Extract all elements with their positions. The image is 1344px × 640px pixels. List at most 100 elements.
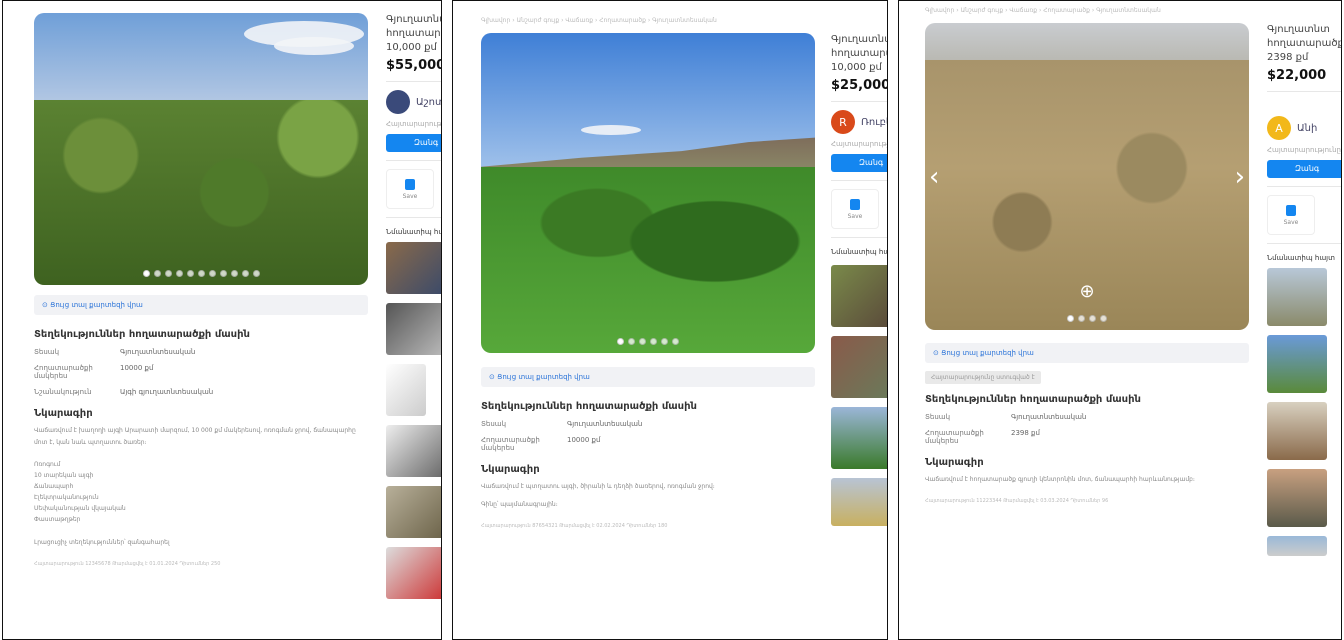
photo-pagination[interactable] [481,338,815,345]
breadcrumb[interactable]: Գլխավոր › Անշարժ գույք › Վաճառք › Հողատա… [481,17,717,24]
similar-thumb[interactable] [831,478,887,526]
pagination-dot[interactable] [164,270,172,277]
feature-list: Ոռոգում 10 տարեկան այգի Ճանապարհ Էլեկտրա… [34,459,368,525]
similar-thumb[interactable] [386,547,441,599]
similar-thumb[interactable] [831,265,887,327]
extra-text: Լրացուցիչ տեղեկություններ՝ զանգահարել [34,539,170,546]
similar-thumb[interactable] [386,303,441,355]
similar-thumb[interactable] [386,364,426,416]
pagination-dot[interactable] [650,338,657,345]
pagination-dot[interactable] [153,270,161,277]
avatar[interactable]: R [831,110,855,134]
pagination-dot[interactable] [617,338,624,345]
pagination-dot[interactable] [252,270,260,277]
listing-photo[interactable] [481,33,815,353]
pagination-dot[interactable] [208,270,216,277]
pagination-dot[interactable] [142,270,150,277]
info-row: Տեսակ Գյուղատնտեսական [34,348,196,356]
save-button[interactable]: Save [831,189,879,229]
listing-photo[interactable] [34,13,368,285]
similar-thumb[interactable] [1267,402,1327,460]
description-text: Վաճառվում է պտղատու այգի, ծիրանի և դեղձի… [481,483,715,490]
listing-details: ⊙ Ցույց տալ քարտեզի վրա Տեղեկություններ … [481,367,815,529]
show-on-map-link[interactable]: ⊙ Ցույց տալ քարտեզի վրա [481,367,815,387]
list-item: Ճանապարհ [34,483,74,490]
similar-thumb[interactable] [831,336,887,398]
similar-thumb[interactable] [386,242,441,294]
info-row: Տեսակ Գյուղատնտեսական [481,420,643,428]
avatar[interactable] [386,90,410,114]
save-button[interactable]: Save [1267,195,1315,235]
similar-thumb[interactable] [386,425,441,477]
call-button[interactable]: Զանգ [1267,160,1341,178]
bookmark-icon [405,178,415,190]
breadcrumb[interactable]: Գլխավոր › Անշարժ գույք › Վաճառք › Հողատա… [925,7,1161,14]
pagination-dot[interactable] [628,338,635,345]
listing-panel-3: Գլխավոր › Անշարժ գույք › Վաճառք › Հողատա… [898,0,1342,640]
list-item: Սեփականության վկայական [34,505,126,512]
pagination-dot[interactable] [1100,315,1107,322]
pagination-dot[interactable] [1089,315,1096,322]
zoom-icon[interactable]: ⊕ [1079,281,1094,302]
info-heading: Տեղեկություններ հողատարածքի մասին [481,401,697,412]
avatar[interactable]: A [1267,116,1291,140]
listing-title: հողատարածք [1267,38,1342,49]
similar-thumb[interactable] [386,486,441,538]
info-heading: Տեղեկություններ հողատարածքի մասին [925,394,1141,405]
posted-info: Հայտարարությունը [386,120,442,128]
listing-details: ⊙ Ցույց տալ քարտեզի վրա Տեղեկություններ … [34,295,368,567]
seller-card[interactable]: Աշոտ [386,90,441,114]
pagination-dot[interactable] [672,338,679,345]
pagination-dot[interactable] [1078,315,1085,322]
call-button[interactable]: Զանգ [831,154,887,172]
description-heading: Նկարագիր [34,408,93,419]
save-label: Save [1283,218,1299,226]
info-row: Հողատարածքի մակերես 2398 քմ [925,429,1040,445]
call-button[interactable]: Զանգ [386,134,441,152]
listing-title: 10,000 քմ [386,42,437,53]
similar-thumb[interactable] [1267,536,1327,556]
photo-pagination[interactable] [34,270,368,277]
pagination-dot[interactable] [639,338,646,345]
seller-card[interactable]: A Անի [1267,116,1341,140]
photo-pagination[interactable] [925,315,1249,322]
pagination-dot[interactable] [230,270,238,277]
similar-thumb[interactable] [1267,469,1327,527]
show-on-map-link[interactable]: ⊙ Ցույց տալ քարտեզի վրա [34,295,368,315]
posted-info: Հայտարարությունը [831,140,888,148]
seller-name[interactable]: Ռուբեն [861,117,887,128]
save-button[interactable]: Save [386,169,434,209]
map-pin-icon: ⊙ [933,349,939,357]
posted-info: Հայտարարությունը [1267,146,1341,154]
pagination-dot[interactable] [175,270,183,277]
pagination-dot[interactable] [197,270,205,277]
seller-name[interactable]: Անի [1297,123,1317,134]
bookmark-icon [1286,204,1296,216]
description-text: Վաճառվում է խաղողի այգի Արարատի մարզում,… [34,427,356,446]
pagination-dot[interactable] [219,270,227,277]
info-row: Հողատարածքի մակերես 10000 քմ [481,436,601,452]
listing-price: $22,000 [1267,68,1327,83]
pagination-dot[interactable] [661,338,668,345]
seller-name[interactable]: Աշոտ [416,97,441,108]
similar-thumb[interactable] [1267,268,1327,326]
show-on-map-link[interactable]: ⊙ Ցույց տալ քարտեզի վրա [925,343,1249,363]
similar-thumb[interactable] [1267,335,1327,393]
listing-price: $25,000 [831,78,888,93]
prev-arrow-icon[interactable]: ‹ [929,164,939,190]
info-row: Հողատարածքի մակերես 10000 քմ [34,364,154,380]
map-pin-icon: ⊙ [489,373,495,381]
listing-panel-2: Գլխավոր › Անշարժ գույք › Վաճառք › Հողատա… [452,0,888,640]
next-arrow-icon[interactable]: › [1235,164,1245,190]
seller-card[interactable]: R Ռուբեն [831,110,887,134]
save-label: Save [847,212,863,220]
info-heading: Տեղեկություններ հողատարածքի մասին [34,329,250,340]
similar-thumb[interactable] [831,407,887,469]
pagination-dot[interactable] [186,270,194,277]
pagination-dot[interactable] [241,270,249,277]
list-item: Էլեկտրականություն [34,494,99,501]
bookmark-icon [850,198,860,210]
map-pin-icon: ⊙ [42,301,48,309]
listing-photo[interactable]: ‹ › ⊕ [925,23,1249,330]
pagination-dot[interactable] [1067,315,1074,322]
